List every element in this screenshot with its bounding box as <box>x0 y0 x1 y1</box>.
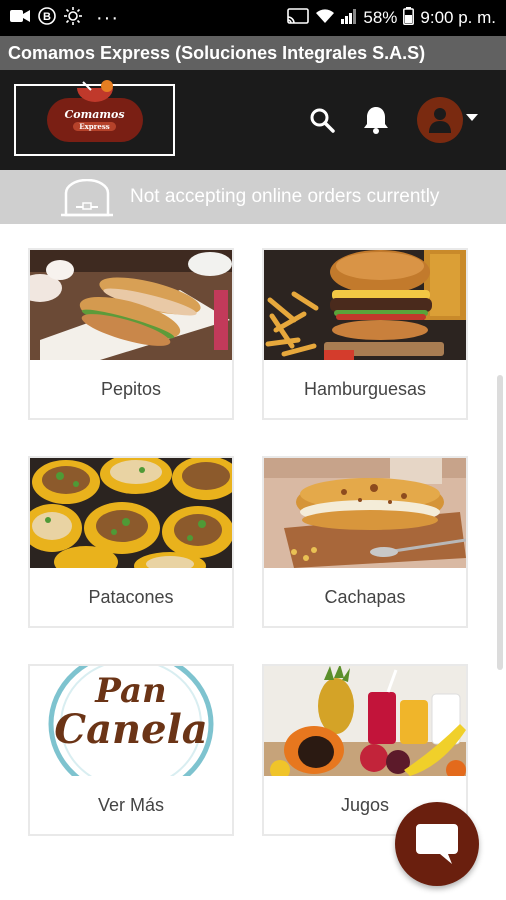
category-image-cachapas <box>264 458 466 568</box>
category-image-jugos <box>264 666 466 776</box>
category-label: Hamburguesas <box>303 379 427 399</box>
header: Comamos Express <box>0 70 506 170</box>
svg-text:B: B <box>43 11 51 23</box>
battery-icon <box>403 6 415 30</box>
cast-icon <box>287 7 310 29</box>
category-image-patacones <box>30 458 232 568</box>
category-card-ver-mas[interactable]: Pan Canela Ver Más <box>28 664 234 836</box>
battery-percent: 58% <box>363 8 398 27</box>
status-left: B ··· <box>10 6 119 30</box>
category-label: Ver Más <box>97 795 165 815</box>
category-card-hamburguesas[interactable]: Hamburguesas <box>262 248 468 420</box>
app-title-bar: Comamos Express (Soluciones Integrales S… <box>0 36 506 70</box>
logo-word-canela: Canela <box>54 706 208 753</box>
logo-subtext: Express <box>73 122 116 131</box>
category-label: Patacones <box>88 587 174 607</box>
caret-down-icon[interactable] <box>466 114 478 121</box>
b-badge-icon: B <box>38 6 56 30</box>
status-bar: B ··· 58% 9:00 p. m. <box>0 0 506 36</box>
wifi-icon <box>315 8 335 29</box>
category-label: Cachapas <box>324 587 406 607</box>
user-avatar-icon[interactable] <box>417 97 463 143</box>
logo-text: Comamos <box>64 108 125 121</box>
chat-bubble-icon <box>416 824 458 864</box>
closed-store-icon <box>61 179 113 217</box>
category-card-pepitos[interactable]: Pepitos <box>28 248 234 420</box>
notice-text: Not accepting online orders currently <box>130 186 440 207</box>
status-right: 58% 9:00 p. m. <box>287 6 496 30</box>
bell-icon[interactable] <box>360 104 392 136</box>
category-image-hamburguesas <box>264 250 466 360</box>
app-title: Comamos Express (Soluciones Integrales S… <box>8 42 426 63</box>
category-image-ver-mas: Pan Canela <box>30 666 232 776</box>
notice-banner: Not accepting online orders currently <box>0 170 506 224</box>
brightness-icon <box>64 6 82 30</box>
video-camera-icon <box>10 9 30 28</box>
signal-icon <box>341 8 357 29</box>
scrollbar[interactable] <box>497 375 503 670</box>
chat-button[interactable] <box>395 802 479 886</box>
category-card-cachapas[interactable]: Cachapas <box>262 456 468 628</box>
category-label: Pepitos <box>100 379 162 399</box>
category-card-patacones[interactable]: Patacones <box>28 456 234 628</box>
search-icon[interactable] <box>306 104 338 136</box>
clock: 9:00 p. m. <box>420 8 496 27</box>
more-dots: ··· <box>96 6 119 29</box>
category-image-pepitos <box>30 250 232 360</box>
logo-badge: Comamos Express <box>46 80 143 142</box>
bowl-icon <box>76 80 113 102</box>
logo-word-pan: Pan <box>95 671 167 711</box>
brand-logo[interactable]: Comamos Express <box>14 80 175 156</box>
